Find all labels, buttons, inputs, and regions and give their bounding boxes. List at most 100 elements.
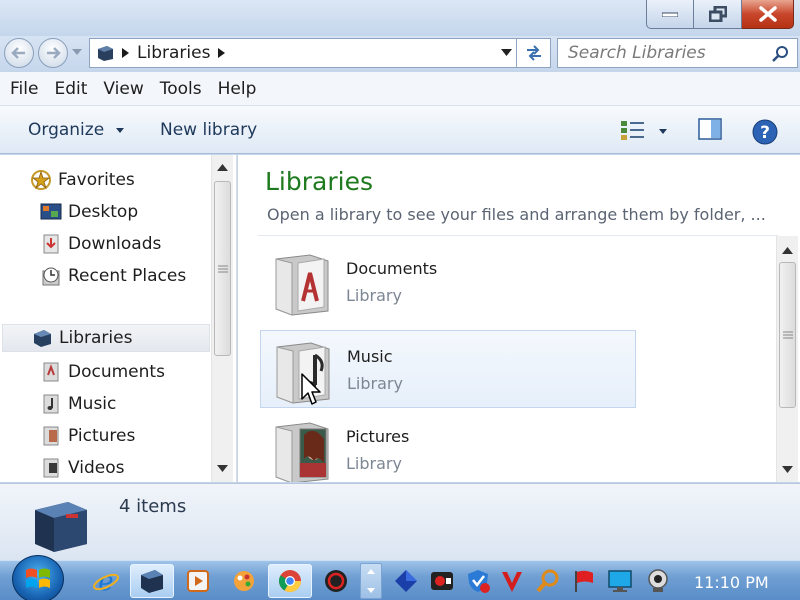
nav-favorites-label: Favorites: [58, 170, 135, 190]
nav-scrollbar[interactable]: [211, 155, 233, 482]
mouse-cursor-icon: [301, 373, 321, 405]
music-library-icon: [40, 393, 62, 415]
breadcrumb-libraries[interactable]: Libraries: [137, 43, 210, 63]
new-library-label: New library: [160, 120, 258, 140]
address-bar[interactable]: Libraries: [89, 38, 517, 68]
webcam-icon: [648, 569, 668, 592]
minimize-button[interactable]: [646, 0, 694, 29]
system-clock[interactable]: 11:10 PM: [694, 573, 769, 592]
search-icon[interactable]: [771, 45, 789, 63]
page-subtitle: Open a library to see your files and arr…: [267, 205, 766, 224]
internet-explorer-icon: e: [93, 567, 119, 595]
back-button[interactable]: [4, 38, 34, 68]
taskbar-windows-explorer[interactable]: [130, 564, 174, 598]
change-view-icon[interactable]: [620, 120, 646, 142]
restore-button[interactable]: [694, 0, 742, 29]
window-controls: [646, 0, 794, 31]
diamond-icon: [395, 570, 417, 592]
library-name: Documents: [346, 259, 438, 278]
chevron-down-icon: [115, 127, 124, 133]
nav-pictures[interactable]: Pictures: [40, 422, 135, 450]
search-box[interactable]: [557, 38, 798, 68]
nav-favorites[interactable]: Favorites: [30, 166, 135, 194]
monitor-icon: [608, 570, 632, 592]
nav-documents-label: Documents: [68, 362, 165, 382]
taskbar-app-orange[interactable]: [222, 564, 266, 598]
scroll-up-icon[interactable]: [217, 164, 228, 171]
svg-text:?: ?: [760, 123, 770, 143]
nav-desktop[interactable]: Desktop: [40, 198, 138, 226]
help-icon[interactable]: ?: [752, 119, 778, 145]
page-title: Libraries: [265, 167, 373, 196]
forward-button[interactable]: [38, 38, 68, 68]
menu-view[interactable]: View: [93, 79, 149, 99]
view-options-dropdown-icon[interactable]: [659, 129, 667, 134]
nav-libraries[interactable]: Libraries: [2, 324, 210, 352]
taskbar-app-dark[interactable]: [314, 564, 358, 598]
scroll-down-icon[interactable]: [782, 466, 793, 473]
libraries-icon: [98, 46, 113, 61]
nav-downloads[interactable]: Downloads: [40, 230, 161, 258]
taskbar-media-player[interactable]: [176, 564, 220, 598]
taskbar-webcam-app[interactable]: [636, 564, 680, 598]
nav-recent-places-label: Recent Places: [68, 266, 187, 286]
start-button[interactable]: [12, 555, 64, 600]
breadcrumb-arrow-icon[interactable]: [122, 48, 129, 58]
documents-library-icon: [275, 254, 329, 316]
library-item-pictures[interactable]: Pictures Library: [260, 411, 636, 482]
grip-icon: [782, 331, 793, 339]
desktop-icon: [40, 201, 62, 223]
recent-pages-dropdown-icon[interactable]: [72, 49, 82, 55]
taskbar: e 11:10 PM: [0, 555, 800, 600]
address-row: Libraries: [0, 36, 800, 70]
content-scrollbar-thumb[interactable]: [779, 262, 796, 408]
library-name: Pictures: [346, 427, 410, 446]
taskbar-chrome[interactable]: [268, 564, 312, 598]
library-type: Library: [347, 374, 403, 393]
library-type: Library: [346, 454, 402, 473]
divider: [258, 235, 778, 236]
menu-help[interactable]: Help: [208, 79, 263, 99]
nav-pictures-label: Pictures: [68, 426, 136, 446]
record-icon: [325, 570, 347, 592]
address-dropdown-icon[interactable]: [501, 49, 512, 56]
scroll-down-icon[interactable]: [217, 465, 228, 472]
windows-logo-icon: [26, 568, 50, 588]
preview-pane-icon[interactable]: [698, 118, 723, 140]
star-icon: [30, 169, 52, 191]
taskbar-scroll[interactable]: [360, 563, 382, 599]
nav-music[interactable]: Music: [40, 390, 116, 418]
libraries-icon: [31, 327, 53, 349]
library-item-documents[interactable]: Documents Library: [260, 243, 636, 321]
new-library-button[interactable]: New library: [160, 120, 257, 140]
grip-icon: [217, 265, 228, 272]
nav-downloads-label: Downloads: [68, 234, 162, 254]
shield-icon: [468, 570, 490, 593]
taskbar-internet-explorer[interactable]: e: [84, 564, 128, 598]
nav-music-label: Music: [68, 394, 117, 414]
nav-documents[interactable]: Documents: [40, 358, 165, 386]
content-scrollbar[interactable]: [776, 236, 798, 482]
flag-icon: [575, 570, 593, 592]
menu-tools[interactable]: Tools: [150, 79, 208, 99]
nav-recent-places[interactable]: Recent Places: [40, 262, 186, 290]
nav-videos[interactable]: Videos: [40, 454, 125, 482]
menu-file[interactable]: File: [0, 79, 44, 99]
menu-edit[interactable]: Edit: [44, 79, 93, 99]
organize-button[interactable]: Organize: [28, 120, 124, 140]
nav-scrollbar-thumb[interactable]: [214, 181, 231, 356]
libraries-icon: [35, 502, 87, 552]
pictures-library-icon: [275, 422, 329, 482]
item-count: 4 items: [119, 496, 187, 517]
recent-places-icon: [40, 265, 62, 287]
downloads-icon: [40, 233, 62, 255]
nav-desktop-label: Desktop: [68, 202, 139, 222]
refresh-button[interactable]: [517, 38, 551, 68]
close-button[interactable]: [742, 0, 794, 29]
v-logo-icon: [502, 572, 522, 592]
search-input[interactable]: [568, 43, 768, 63]
scroll-up-icon[interactable]: [782, 247, 793, 254]
documents-library-icon: [40, 361, 62, 383]
breadcrumb-arrow-icon[interactable]: [218, 48, 226, 58]
navigation-pane: Favorites Desktop Downloads Recent Place…: [0, 155, 237, 482]
